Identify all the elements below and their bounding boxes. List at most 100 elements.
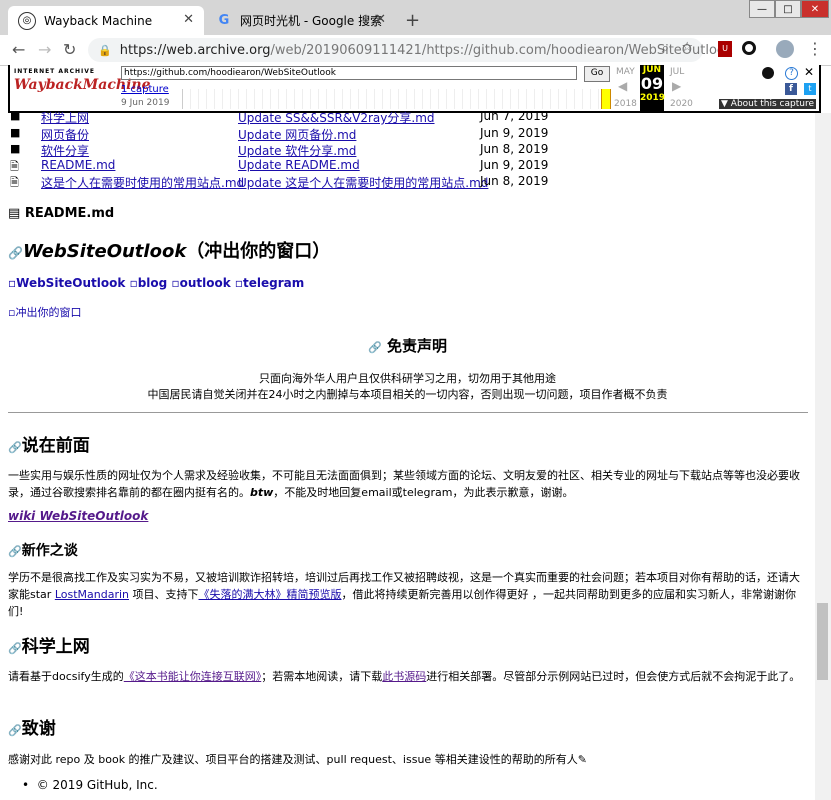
book-source-link[interactable]: 此书源码 xyxy=(382,670,426,683)
preface-paragraph: 一些实用与娱乐性质的网址仅为个人需求及经验收集，不可能且无法面面俱到；某些领域方… xyxy=(8,467,808,501)
tab-wayback[interactable]: ◎ Wayback Machine ✕ xyxy=(8,6,204,35)
bookmark-star-icon[interactable]: ☆ xyxy=(681,40,693,55)
commit-link[interactable]: Update SS&&SSR&V2ray分享.md xyxy=(238,109,435,126)
scrollbar-track[interactable] xyxy=(815,113,831,800)
tab-google[interactable]: G 网页时光机 - Google 搜索 ✕ xyxy=(206,6,396,35)
book-icon: ▤ xyxy=(8,206,21,221)
sci-text: 进行相关部署。尽管部分示例网站已过时，但会使方式后就不会拘泥于此了。 xyxy=(426,670,801,683)
forward-icon[interactable]: → xyxy=(38,40,51,59)
file-row: 🗎 README.md Update README.md Jun 9, 2019 xyxy=(8,158,608,174)
divider xyxy=(8,412,808,413)
twitter-icon[interactable]: t xyxy=(804,83,816,95)
anchor-link-icon[interactable]: 🔗 xyxy=(8,246,23,260)
lostmandarin-link[interactable]: LostMandarin xyxy=(55,588,129,601)
close-window-button[interactable]: ✕ xyxy=(801,0,829,18)
badge-websiteoutlook[interactable]: ▫WebSiteOutlook xyxy=(8,276,125,290)
file-icon: 🗎 xyxy=(10,176,19,189)
file-name-link[interactable]: 软件分享 xyxy=(41,142,89,159)
preface-btw: btw xyxy=(250,486,274,499)
file-name-link[interactable]: 这是个人在需要时使用的常用站点.md xyxy=(41,174,244,191)
next-month[interactable]: JUL xyxy=(670,67,684,77)
commit-date: Jun 8, 2019 xyxy=(480,142,549,156)
wayback-toolbar: INTERNET ARCHIVE WaybackMachine https://… xyxy=(8,65,821,113)
maximize-button[interactable]: □ xyxy=(775,0,801,18)
commit-link[interactable]: Update 软件分享.md xyxy=(238,142,356,159)
commit-link[interactable]: Update 网页备份.md xyxy=(238,126,356,143)
minimize-button[interactable]: — xyxy=(749,0,775,18)
folder-icon: ■ xyxy=(10,126,21,139)
badge-row: ▫WebSiteOutlook ▫blog ▫outlook ▫telegram xyxy=(8,276,304,290)
wayback-logo-top: INTERNET ARCHIVE xyxy=(14,68,96,75)
next-year[interactable]: 2020 xyxy=(670,99,693,109)
close-tab-icon[interactable]: ✕ xyxy=(375,12,386,27)
commit-link[interactable]: Update README.md xyxy=(238,158,360,172)
prev-arrow-icon[interactable]: ◀ xyxy=(618,79,627,93)
anchor-link-icon[interactable]: 🔗 xyxy=(8,545,22,558)
close-wayback-icon[interactable]: ✕ xyxy=(804,65,814,79)
commit-link[interactable]: Update 这是个人在需要时使用的常用站点.md xyxy=(238,174,488,191)
file-name-link[interactable]: 网页备份 xyxy=(41,126,89,143)
current-capture: JUN 09 2019 xyxy=(640,65,666,111)
file-row: ■ 软件分享 Update 软件分享.md Jun 8, 2019 xyxy=(8,142,608,158)
wiki-link[interactable]: wiki WebSiteOutlook xyxy=(8,509,148,523)
facebook-icon[interactable]: f xyxy=(785,83,797,95)
search-icon[interactable]: ⌕ xyxy=(662,41,669,56)
footer: • © 2019 GitHub, Inc. xyxy=(22,778,158,792)
extension-ring-icon[interactable] xyxy=(742,41,756,55)
google-favicon-icon: G xyxy=(218,13,230,28)
broken-image-icon: ▫ xyxy=(129,276,138,290)
anchor-link-icon[interactable]: 🔗 xyxy=(8,724,22,737)
scrollbar-thumb[interactable] xyxy=(817,603,828,680)
badge-telegram[interactable]: ▫telegram xyxy=(235,276,304,290)
wayback-go-button[interactable]: Go xyxy=(584,66,610,82)
commit-date: Jun 9, 2019 xyxy=(480,126,549,140)
banner-image[interactable]: ▫冲出你的窗口 xyxy=(8,304,81,320)
about-capture-button[interactable]: ▼ About this capture xyxy=(719,99,816,109)
prev-month[interactable]: MAY xyxy=(616,67,635,77)
new-tab-button[interactable]: + xyxy=(405,10,420,31)
reload-icon[interactable]: ↻ xyxy=(63,40,76,59)
commit-date: Jun 8, 2019 xyxy=(480,174,549,188)
menu-kebab-icon[interactable]: ⋮ xyxy=(807,39,823,58)
anchor-link-icon[interactable]: 🔗 xyxy=(8,642,22,655)
badge-label: outlook xyxy=(179,276,231,290)
book-preview-link[interactable]: 《失落的满大林》精简预览版 xyxy=(199,588,342,601)
address-bar[interactable]: 🔒 https://web.archive.org/web/2019060911… xyxy=(88,38,732,62)
captures-link[interactable]: 1 capture xyxy=(121,84,169,95)
sci-text: ；若需本地阅读，请下载 xyxy=(261,670,383,683)
disclaimer-line: 中国居民请自觉关闭并在24小时之内删掉与本项目相关的一切内容，否则出现一切问题，… xyxy=(147,388,668,401)
file-row: 🗎 这是个人在需要时使用的常用站点.md Update 这是个人在需要时使用的常… xyxy=(8,174,608,190)
readme-header-label: README.md xyxy=(24,206,115,221)
help-icon[interactable]: ? xyxy=(785,67,798,80)
badge-outlook[interactable]: ▫outlook xyxy=(171,276,230,290)
docsify-book-link[interactable]: 《这本书能让你连接互联网》 xyxy=(124,670,262,683)
badge-label: WebSiteOutlook xyxy=(16,276,126,290)
folder-icon: ■ xyxy=(10,109,21,122)
wayback-url-input[interactable]: https://github.com/hoodiearon/WebSiteOut… xyxy=(121,66,577,80)
footer-copyright: © 2019 GitHub, Inc. xyxy=(36,778,158,792)
sci-title-text: 科学上网 xyxy=(21,637,90,657)
close-tab-icon[interactable]: ✕ xyxy=(183,12,194,27)
file-name-link[interactable]: README.md xyxy=(41,158,115,172)
current-year: 2019 xyxy=(640,93,666,103)
badge-label: telegram xyxy=(243,276,305,290)
page-content: ■ 科学上网 Update SS&&SSR&V2ray分享.md Jun 7, … xyxy=(0,109,815,800)
ublock-extension-icon[interactable]: U xyxy=(718,41,732,57)
preface-title-text: 说在前面 xyxy=(21,436,90,456)
file-name-link[interactable]: 科学上网 xyxy=(41,109,89,126)
sci-title: 🔗科学上网 xyxy=(8,632,90,657)
next-arrow-icon[interactable]: ▶ xyxy=(672,79,681,93)
back-icon[interactable]: ← xyxy=(12,40,25,59)
anchor-link-icon[interactable]: 🔗 xyxy=(8,441,22,454)
capture-timeline[interactable] xyxy=(182,89,611,109)
anchor-link-icon[interactable]: 🔗 xyxy=(368,341,382,354)
account-icon[interactable] xyxy=(762,67,774,79)
timeline-highlight xyxy=(601,89,611,109)
broken-image-icon: ▫ xyxy=(8,276,17,290)
capture-date: 9 Jun 2019 xyxy=(121,98,170,108)
avatar[interactable] xyxy=(776,40,794,58)
prev-year[interactable]: 2018 xyxy=(614,99,637,109)
badge-blog[interactable]: ▫blog xyxy=(130,276,168,290)
disclaimer-title-text: 免责声明 xyxy=(386,337,447,355)
thanks-paragraph: 感谢对此 repo 及 book 的推广及建议、项目平台的搭建及测试、pull … xyxy=(8,753,587,766)
